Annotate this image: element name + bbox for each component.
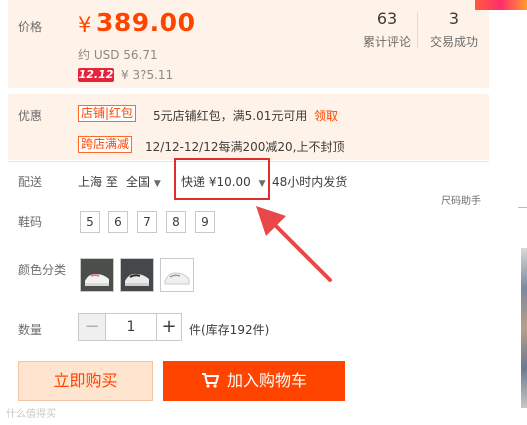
add-to-cart-label: 加入购物车 bbox=[226, 371, 307, 390]
size-option-5[interactable]: 5 bbox=[80, 211, 100, 233]
side-divider bbox=[518, 207, 527, 208]
watermark: 什么值得买 bbox=[6, 409, 56, 420]
chevron-down-icon: ▼ bbox=[153, 179, 161, 189]
price-label: 价格 bbox=[18, 20, 43, 34]
shoe-thumbnail-icon bbox=[81, 259, 113, 291]
color-option-1[interactable] bbox=[80, 258, 114, 292]
stock-text: 件(库存192件) bbox=[189, 323, 270, 337]
shop-coupon-text: 5元店铺红包，满5.01元可用 bbox=[153, 109, 308, 123]
dispatch-time: 48小时内发货 bbox=[272, 175, 348, 189]
quantity-increase-button[interactable]: + bbox=[156, 313, 182, 341]
reviews-count[interactable]: 63 bbox=[357, 9, 417, 28]
size-helper-link[interactable]: 尺码助手 bbox=[441, 192, 481, 207]
color-label: 颜色分类 bbox=[18, 263, 67, 277]
promo-price: ¥ 3?5.11 bbox=[121, 68, 174, 82]
cross-shop-discount-text: 12/12-12/12每满200减20,上不封顶 bbox=[145, 140, 345, 154]
coupon-label: 优惠 bbox=[18, 109, 43, 123]
reviews-label[interactable]: 累计评论 bbox=[357, 33, 417, 50]
size-option-6[interactable]: 6 bbox=[108, 211, 128, 233]
quantity-decrease-button[interactable]: − bbox=[78, 313, 106, 341]
add-to-cart-button[interactable]: 加入购物车 bbox=[163, 361, 345, 401]
annotation-arrow-icon bbox=[256, 206, 332, 282]
usd-price: 约 USD 56.71 bbox=[78, 48, 158, 62]
sales-count: 3 bbox=[448, 9, 460, 28]
ship-destination: 全国 bbox=[126, 175, 151, 189]
size-option-7[interactable]: 7 bbox=[137, 211, 157, 233]
sales-label: 交易成功 bbox=[429, 35, 478, 49]
buy-now-button[interactable]: 立即购买 bbox=[18, 361, 153, 401]
shoe-thumbnail-icon bbox=[161, 259, 193, 291]
color-option-3[interactable] bbox=[160, 258, 194, 292]
color-option-2[interactable] bbox=[120, 258, 154, 292]
shipping-label: 配送 bbox=[18, 175, 43, 189]
stat-divider bbox=[417, 12, 418, 48]
claim-coupon-link[interactable]: 领取 bbox=[314, 107, 338, 124]
price-currency: ¥ bbox=[78, 13, 92, 37]
cross-shop-discount-tag: 跨店满减 bbox=[78, 136, 133, 153]
promo-1212-badge: 12.12 bbox=[78, 68, 114, 82]
size-label: 鞋码 bbox=[18, 215, 43, 229]
ship-origin: 上海 至 bbox=[78, 175, 118, 189]
price-value: 389.00 bbox=[96, 8, 196, 37]
cart-icon bbox=[201, 373, 219, 388]
shoe-thumbnail-icon bbox=[121, 259, 153, 291]
quantity-input[interactable]: 1 bbox=[106, 313, 156, 341]
size-option-8[interactable]: 8 bbox=[166, 211, 186, 233]
ship-destination-select[interactable]: 全国 ▼ bbox=[126, 173, 161, 190]
quantity-label: 数量 bbox=[18, 323, 43, 337]
side-image-strip bbox=[521, 248, 527, 408]
highlight-box bbox=[174, 158, 270, 200]
size-option-9[interactable]: 9 bbox=[195, 211, 215, 233]
shop-coupon-tag: 店铺|红包 bbox=[78, 105, 137, 122]
